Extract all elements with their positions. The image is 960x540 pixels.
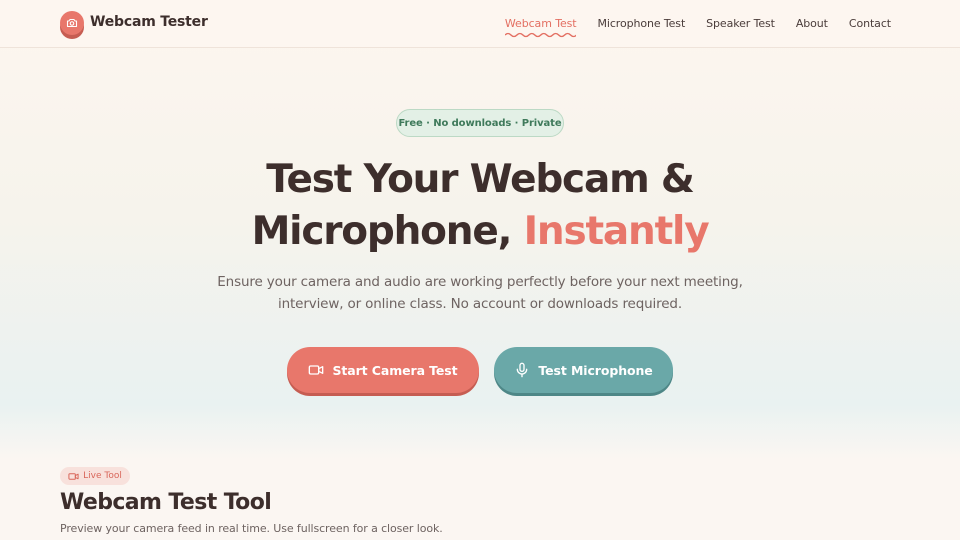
- nav-webcam-test[interactable]: Webcam Test: [504, 17, 577, 38]
- hero-title: Test Your Webcam & Microphone, Instantly: [0, 154, 960, 258]
- microphone-icon: [514, 362, 530, 378]
- live-tool-badge: Live Tool: [60, 467, 130, 485]
- nav-webcam-test-label: Webcam Test: [504, 17, 577, 30]
- section-title: Webcam Test Tool: [60, 490, 272, 515]
- nav-contact[interactable]: Contact: [849, 17, 891, 30]
- live-tool-label: Live Tool: [83, 471, 122, 481]
- nav-speaker-test[interactable]: Speaker Test: [706, 17, 775, 30]
- start-camera-test-button[interactable]: Start Camera Test: [287, 347, 479, 393]
- section-description: Preview your camera feed in real time. U…: [60, 522, 443, 535]
- site-header: Webcam Tester Webcam Test Microphone Tes…: [0, 0, 960, 48]
- test-microphone-button[interactable]: Test Microphone: [494, 347, 673, 393]
- feature-badge: Free · No downloads · Private: [396, 109, 564, 137]
- hero-title-line2: Microphone,: [251, 209, 524, 254]
- test-microphone-label: Test Microphone: [538, 362, 653, 378]
- active-underline-icon: [504, 32, 577, 38]
- hero-title-accent: Instantly: [523, 209, 710, 254]
- nav-microphone-test[interactable]: Microphone Test: [597, 17, 685, 30]
- brand-link[interactable]: Webcam Tester: [60, 11, 208, 41]
- main-nav: Webcam Test Microphone Test Speaker Test…: [504, 17, 891, 38]
- camera-icon: [60, 11, 84, 35]
- hero-title-line1: Test Your Webcam &: [266, 157, 695, 202]
- nav-about[interactable]: About: [796, 17, 828, 30]
- start-camera-test-label: Start Camera Test: [332, 362, 458, 378]
- hero-subtitle: Ensure your camera and audio are working…: [217, 274, 743, 312]
- video-camera-icon: [68, 471, 79, 482]
- brand-name: Webcam Tester: [90, 14, 208, 30]
- video-camera-icon: [308, 362, 324, 378]
